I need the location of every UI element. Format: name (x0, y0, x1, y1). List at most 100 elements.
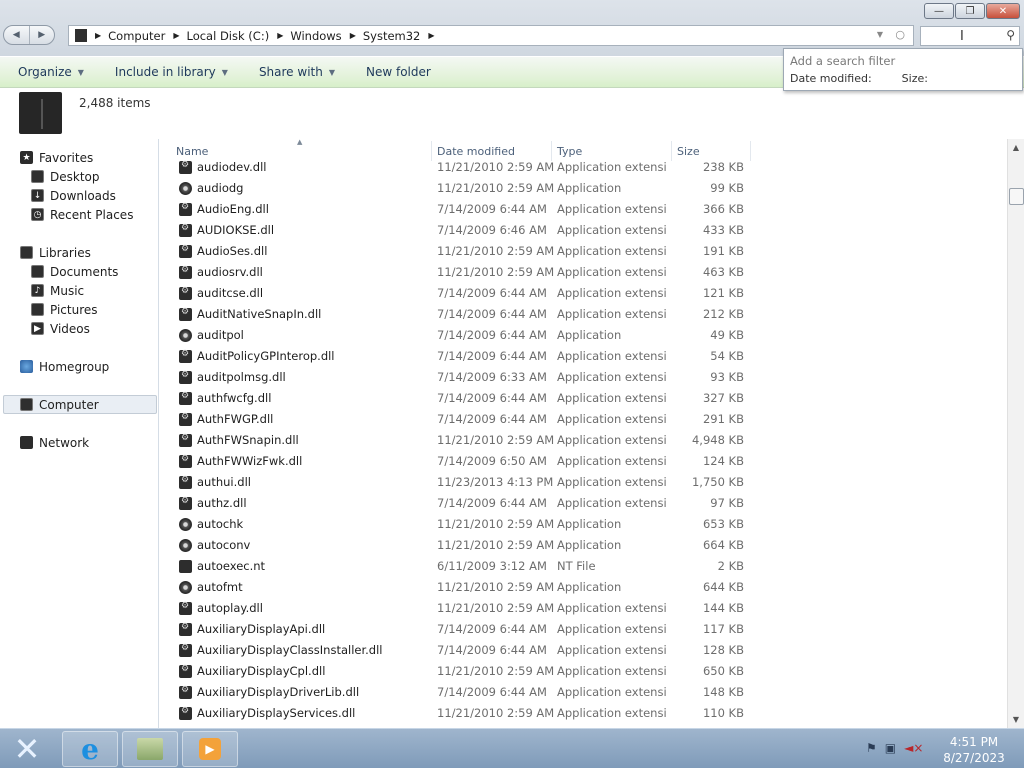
sidebar-item-homegroup[interactable]: Homegroup (20, 357, 109, 376)
breadcrumb-local-disk[interactable]: Local Disk (C:) (186, 29, 269, 43)
clock-time: 4:51 PM (949, 735, 999, 749)
file-row[interactable]: AuthFWWizFwk.dll 7/14/2009 6:50 AM Applica… (160, 451, 1007, 472)
file-row[interactable]: AudioSes.dll 11/21/2010 2:59 AMApplicatio… (160, 241, 1007, 262)
file-row[interactable]: auditpolmsg.dll 7/14/2009 6:33 AM Applicat… (160, 367, 1007, 388)
include-in-library-button[interactable]: Include in library ▼ (115, 65, 228, 79)
close-button[interactable]: ✕ (986, 3, 1020, 19)
breadcrumb-separator-icon[interactable]: ▶ (277, 31, 283, 40)
file-row[interactable]: authui.dll 11/23/2013 4:13 PMApplication … (160, 472, 1007, 493)
dll-file-icon (179, 160, 192, 174)
clock-date: 8/27/2023 (943, 751, 1005, 765)
sidebar-item-libraries[interactable]: Libraries (20, 243, 91, 262)
file-date-modified: 11/21/2010 2:59 AM (437, 517, 555, 531)
dll-file-icon (179, 391, 192, 405)
file-row[interactable]: autofmt 11/21/2010 2:59 AM Application 644 … (160, 577, 1007, 598)
file-row[interactable]: auditpol 7/14/2009 6:44 AM Application 49 K… (160, 325, 1007, 346)
search-filter-popup: Add a search filter Date modified: Size: (783, 48, 1023, 91)
action-center-icon[interactable]: ⚑ (866, 741, 877, 755)
breadcrumb-separator-icon[interactable]: ▶ (173, 31, 179, 40)
file-row[interactable]: authz.dll 7/14/2009 6:44 AM Application ex… (160, 493, 1007, 514)
search-input[interactable]: I ⚲ (920, 26, 1020, 46)
clock[interactable]: 4:51 PM 8/27/2023 (930, 734, 1018, 766)
file-row[interactable]: audiodev.dll 11/21/2010 2:59 AMApplicatio… (160, 157, 1007, 178)
file-type: Application extensi... (557, 223, 667, 237)
start-button[interactable]: ✕ (7, 730, 47, 768)
file-name: AuthFWGP.dll (197, 412, 274, 426)
sidebar-item-music[interactable]: ♪ Music (31, 281, 84, 300)
share-with-button[interactable]: Share with ▼ (259, 65, 335, 79)
sidebar-item-documents[interactable]: Documents (31, 262, 118, 281)
file-row[interactable]: AuxiliaryDisplayClassInstaller.dll 7/14/2… (160, 640, 1007, 661)
file-size: 463 KB (702, 265, 744, 279)
file-row[interactable]: AuxiliaryDisplayCpl.dll 11/21/2010 2:59 A… (160, 661, 1007, 682)
file-row[interactable]: audiodg 11/21/2010 2:59 AM Application 99 K… (160, 178, 1007, 199)
breadcrumb-separator-icon[interactable]: ▶ (350, 31, 356, 40)
sidebar-item-computer[interactable]: Computer (3, 395, 157, 414)
filter-size[interactable]: Size: (902, 72, 928, 85)
volume-muted-icon[interactable]: ◄× (904, 741, 923, 755)
maximize-button[interactable]: ❐ (955, 3, 985, 19)
share-with-label: Share with (258, 65, 323, 79)
file-row[interactable]: AuxiliaryDisplayDriverLib.dll 7/14/2009 6… (160, 682, 1007, 703)
back-button[interactable]: ◀ (4, 26, 29, 44)
minimize-button[interactable]: — (924, 3, 954, 19)
organize-label: Organize (18, 65, 72, 79)
file-row[interactable]: audiosrv.dll 11/21/2010 2:59 AMApplicatio… (160, 262, 1007, 283)
file-row[interactable]: auditcse.dll 7/14/2009 6:44 AM Application… (160, 283, 1007, 304)
application-icon (179, 182, 192, 195)
filter-date-modified[interactable]: Date modified: (790, 72, 872, 85)
forward-button[interactable]: ▶ (28, 26, 55, 44)
sidebar-item-pictures[interactable]: Pictures (31, 300, 98, 319)
file-name: AuxiliaryDisplayServices.dll (197, 706, 356, 720)
file-row[interactable]: autochk 11/21/2010 2:59 AM Application 653 … (160, 514, 1007, 535)
sidebar-item-videos[interactable]: ▶ Videos (31, 319, 90, 338)
file-type: Application extensi... (557, 412, 667, 426)
scroll-up-icon[interactable]: ▲ (1008, 139, 1024, 156)
address-bar[interactable]: ▶ Computer ▶ Local Disk (C:) ▶ Windows ▶… (68, 25, 914, 46)
address-dropdown-icon[interactable]: ▼ (877, 30, 883, 39)
taskbar-internet-explorer[interactable]: e (62, 731, 118, 767)
taskbar-windows-explorer[interactable] (122, 731, 178, 767)
system-tray: ⚑ ▣ ◄× (866, 741, 923, 755)
file-row[interactable]: autoconv 11/21/2010 2:59 AM Application 664… (160, 535, 1007, 556)
sidebar-item-label: Music (50, 283, 85, 298)
file-row[interactable]: AuthFWSnapin.dll 11/21/2010 2:59 AMApplic… (160, 430, 1007, 451)
file-name: auditcse.dll (197, 286, 264, 300)
file-row[interactable]: AuxiliaryDisplayApi.dll 7/14/2009 6:44 AM… (160, 619, 1007, 640)
network-status-icon[interactable]: ▣ (885, 741, 896, 755)
file-row[interactable]: AudioEng.dll 7/14/2009 6:44 AM Application… (160, 199, 1007, 220)
file-row[interactable]: AuthFWGP.dll 7/14/2009 6:44 AM Application… (160, 409, 1007, 430)
sidebar-item-network[interactable]: Network (20, 433, 89, 452)
sidebar-item-desktop[interactable]: Desktop (31, 167, 100, 186)
file-row[interactable]: AUDIOKSE.dll 7/14/2009 6:46 AM Application… (160, 220, 1007, 241)
scroll-down-icon[interactable]: ▼ (1008, 711, 1024, 728)
file-date-modified: 7/14/2009 6:46 AM (437, 223, 547, 237)
breadcrumb-separator-icon[interactable]: ▶ (95, 31, 101, 40)
organize-button[interactable]: Organize ▼ (18, 65, 84, 79)
file-type: Application (557, 538, 622, 552)
back-forward-buttons: ◀ ▶ (3, 25, 55, 45)
file-row[interactable]: AuditNativeSnapIn.dll 7/14/2009 6:44 AM Ap… (160, 304, 1007, 325)
homegroup-icon (20, 360, 33, 373)
sidebar-item-recent-places[interactable]: ◷ Recent Places (31, 205, 133, 224)
breadcrumb-system32[interactable]: System32 (363, 29, 421, 43)
sidebar-item-favorites[interactable]: ★ Favorites (20, 148, 93, 167)
file-size: 93 KB (710, 370, 744, 384)
file-row[interactable]: autoexec.nt 6/11/2009 3:12 AM NT File 2 KB (160, 556, 1007, 577)
file-row[interactable]: authfwcfg.dll 7/14/2009 6:44 AM Applicatio… (160, 388, 1007, 409)
breadcrumb-computer[interactable]: Computer (108, 29, 165, 43)
taskbar-media-player[interactable]: ▶ (182, 731, 238, 767)
search-icon[interactable]: ⚲ (1006, 28, 1015, 42)
file-row[interactable]: AuxiliaryDisplayServices.dll 11/21/2010 2… (160, 703, 1007, 724)
refresh-icon[interactable]: ○ (895, 28, 905, 41)
file-size: 2 KB (717, 559, 744, 573)
vertical-scrollbar[interactable]: ▲ ▼ (1007, 139, 1024, 728)
file-row[interactable]: autoplay.dll 11/21/2010 2:59 AMApplicatio… (160, 598, 1007, 619)
sidebar-item-downloads[interactable]: ↓ Downloads (31, 186, 116, 205)
breadcrumb-separator-icon[interactable]: ▶ (428, 31, 434, 40)
new-folder-button[interactable]: New folder (366, 65, 431, 79)
scrollbar-thumb[interactable] (1009, 188, 1024, 205)
file-date-modified: 7/14/2009 6:44 AM (437, 622, 547, 636)
file-row[interactable]: AuditPolicyGPInterop.dll 7/14/2009 6:44 A… (160, 346, 1007, 367)
breadcrumb-windows[interactable]: Windows (290, 29, 341, 43)
